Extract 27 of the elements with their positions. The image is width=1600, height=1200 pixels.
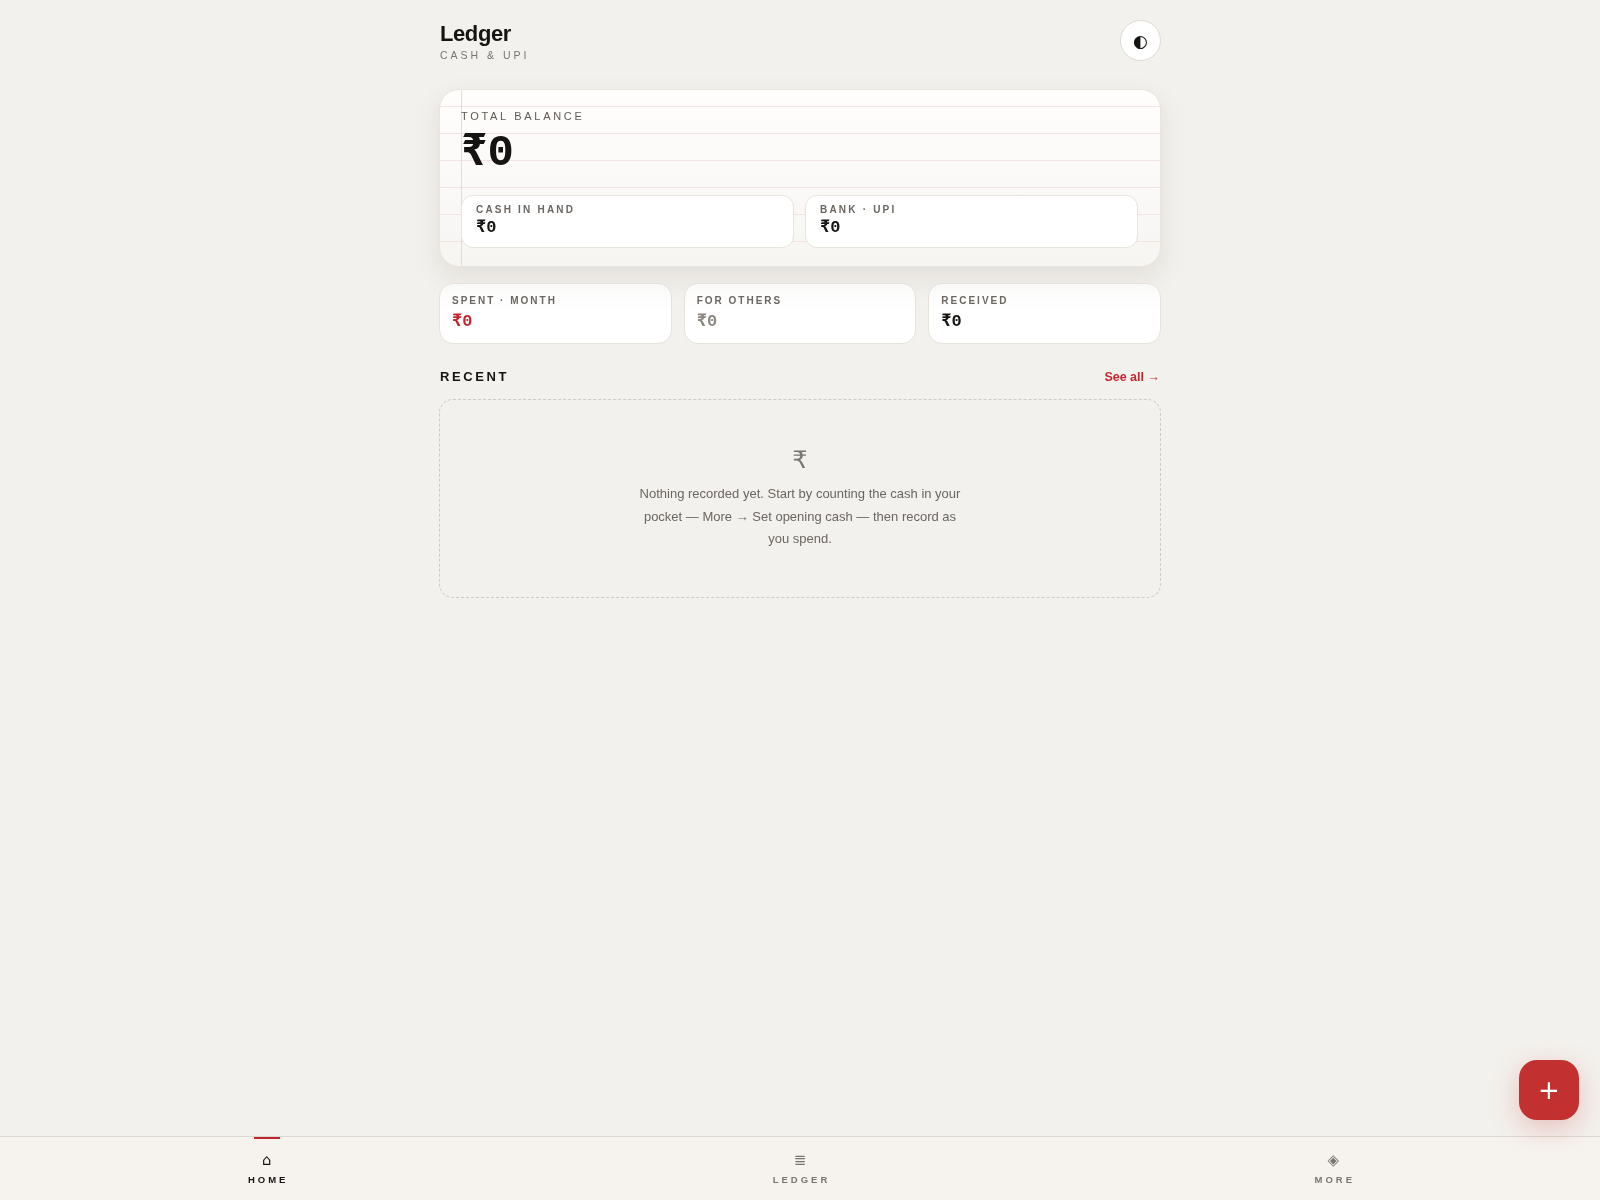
- app-title: Ledger: [440, 20, 512, 47]
- account-amount: ₹0: [476, 218, 498, 238]
- empty-state-message: Nothing recorded yet. Start by counting the cash in your pocket — More → Set opening cash — then record as you spend.: [638, 485, 962, 548]
- nav-tab[interactable]: ⌂ HOME: [0, 1137, 534, 1200]
- theme-toggle-button[interactable]: ◐: [1120, 20, 1161, 61]
- diamond-icon: ◈: [1327, 1151, 1340, 1169]
- nav-tab[interactable]: ≣ LEDGER: [533, 1137, 1067, 1200]
- stat-amount: ₹0: [941, 312, 963, 332]
- balance-label: TOTAL BALANCE: [461, 109, 586, 123]
- list-icon: ≣: [793, 1151, 807, 1169]
- balance-amount: ₹0: [461, 129, 515, 177]
- stat-amount: ₹0: [452, 312, 474, 332]
- stat-amount: ₹0: [696, 312, 719, 332]
- contrast-icon: ◐: [1133, 31, 1148, 50]
- add-button[interactable]: +: [1519, 1060, 1579, 1120]
- stat-label: SPENT · MONTH: [452, 295, 558, 307]
- stat-label: RECEIVED: [941, 295, 1010, 307]
- account-label: BANK · UPI: [820, 204, 898, 216]
- section-heading: RECENT: [440, 369, 510, 385]
- rupee-icon: ₹: [792, 446, 808, 474]
- house-icon: ⌂: [261, 1151, 272, 1169]
- nav-tab[interactable]: ◈ MORE: [1066, 1137, 1600, 1200]
- account-amount: ₹0: [820, 218, 842, 238]
- see-all-link[interactable]: See all →: [1104, 369, 1160, 385]
- stat-label: FOR OTHERS: [696, 295, 784, 307]
- account-label: CASH IN HAND: [476, 204, 577, 216]
- app-subtitle: CASH & UPI: [440, 48, 530, 61]
